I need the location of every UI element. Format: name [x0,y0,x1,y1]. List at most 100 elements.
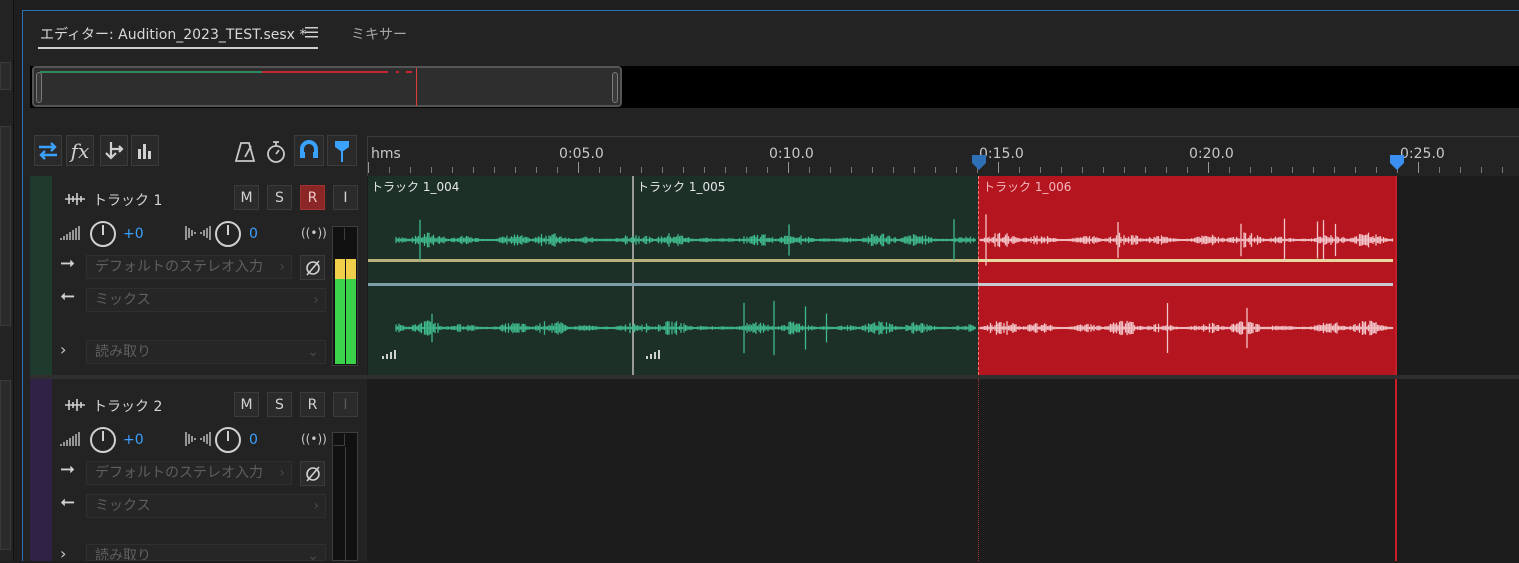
meter-fill-green [346,279,356,364]
volume-value[interactable]: +0 [123,432,144,448]
meter-divider [345,447,346,562]
expand-chevron-icon[interactable]: › [60,340,66,359]
ruler-tick [1124,167,1125,173]
input-monitor-button[interactable]: I [333,392,358,417]
output-dropdown-value: ミックス [95,498,151,514]
input-dropdown[interactable]: デフォルトのステレオ入力 › [86,255,292,279]
ruler-tick [1292,167,1293,173]
overview-marker [406,71,412,73]
chevron-down-icon: ⌄ [307,548,319,561]
pan-knob[interactable] [215,427,241,453]
ruler-tick [851,167,852,173]
ruler-tick [1439,167,1440,173]
automation-dropdown-value: 読み取り [95,548,151,561]
fx-button[interactable]: fx [66,135,94,166]
chevron-down-icon: ⌄ [307,344,319,360]
mute-button[interactable]: M [234,185,259,210]
pan-value[interactable]: 0 [249,432,258,448]
track-color-bar [30,176,52,375]
automation-dropdown[interactable]: 読み取り ⌄ [86,544,326,561]
ruler-tick [893,167,894,173]
overview-left-handle[interactable] [36,72,42,103]
swap-button[interactable] [34,135,62,166]
ruler-tick [1187,167,1188,173]
panel-menu-icon[interactable] [305,26,319,38]
clip-indicator [334,434,345,446]
ruler-label: 0:25.0 [1400,146,1445,162]
ruler-tick [1481,167,1482,173]
input-arrow-icon: ➞ [60,459,76,480]
playhead-marker-icon[interactable] [1389,154,1405,172]
input-dropdown[interactable]: デフォルトのステレオ入力 › [86,461,292,485]
ruler-tick [431,167,432,173]
stereo-icon[interactable]: ((•)) [301,226,327,240]
tab-editor[interactable]: エディター: Audition_2023_TEST.sesx * [40,24,306,44]
ruler-label: 0:05.0 [559,146,604,162]
adjacent-panel-list-2[interactable] [0,380,11,550]
record-arm-button[interactable]: R [300,185,325,210]
stereo-icon[interactable]: ((•)) [301,432,327,446]
phase-icon [305,259,320,276]
volume-knob[interactable] [90,221,116,247]
record-arm-button[interactable]: R [300,392,325,417]
meter-fill-yellow [346,259,356,279]
ruler-tick [935,167,936,173]
track-color-bar [30,379,52,561]
overview-right-handle[interactable] [612,72,618,103]
ruler-tick [788,162,789,173]
ruler-unit-label: hms [371,146,401,162]
solo-button[interactable]: S [267,185,292,210]
track-name[interactable]: トラック 1 [93,190,162,210]
ruler-tick [872,167,873,173]
marker-snap-button[interactable] [327,135,357,166]
output-dropdown[interactable]: ミックス › [86,288,326,312]
track-name[interactable]: トラック 2 [93,396,162,416]
input-dropdown-value: デフォルトのステレオ入力 [95,465,263,481]
timer-icon[interactable] [264,139,288,165]
meter-fill-yellow [335,259,345,279]
solo-button[interactable]: S [267,392,292,417]
clip-gain-icon [646,350,660,359]
ruler-tick [1250,167,1251,173]
adjacent-panel-edge [0,0,14,561]
phase-invert-button[interactable] [300,255,325,280]
input-dropdown-value: デフォルトのステレオ入力 [95,259,263,275]
levels-button[interactable] [131,135,159,166]
input-monitor-button[interactable]: I [333,185,358,210]
ruler-tick [1208,162,1209,173]
snap-magnet-icon [300,139,318,158]
meter-fill-green [335,279,345,364]
merge-down-button[interactable] [100,135,128,166]
metronome-icon[interactable] [234,140,256,164]
time-ruler[interactable] [367,136,1519,176]
volume-knob[interactable] [90,427,116,453]
volume-value[interactable]: +0 [123,226,144,242]
ruler-tick [557,167,558,173]
tab-mixer[interactable]: ミキサー [351,24,407,44]
phase-icon [305,465,320,482]
ruler-tick [1082,167,1083,173]
ruler-tick [536,167,537,173]
output-arrow-icon: ➞ [60,492,76,513]
adjacent-panel-list[interactable] [0,126,11,326]
snap-toggle-button[interactable] [294,135,324,166]
ruler-tick [704,167,705,173]
phase-invert-button[interactable] [300,461,325,486]
pan-value[interactable]: 0 [249,226,258,242]
ruler-tick [914,167,915,173]
marker-line [978,379,979,561]
output-arrow-icon: ➞ [60,286,76,307]
automation-dropdown[interactable]: 読み取り ⌄ [86,340,326,364]
pan-knob[interactable] [215,221,241,247]
automation-dropdown-value: 読み取り [95,344,151,360]
volume-icon [60,226,80,240]
playhead-line[interactable] [1395,176,1397,561]
mute-button[interactable]: M [234,392,259,417]
marker-flag-icon[interactable] [971,154,987,172]
output-dropdown[interactable]: ミックス › [86,494,326,518]
overview-playhead [416,68,417,106]
adjacent-panel-control[interactable] [0,62,11,90]
chevron-right-icon: › [279,259,285,275]
ruler-tick [1145,167,1146,173]
expand-chevron-icon[interactable]: › [60,544,66,563]
